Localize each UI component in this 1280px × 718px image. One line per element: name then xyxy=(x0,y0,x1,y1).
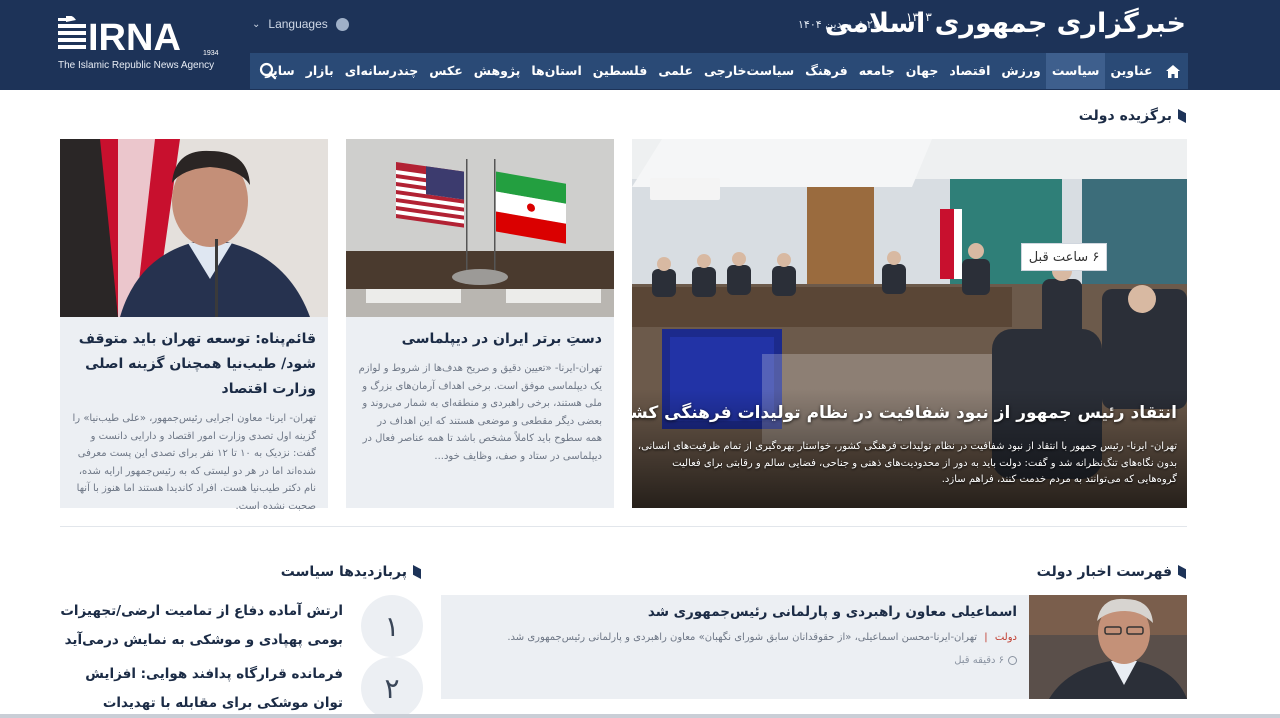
page-bottom-edge xyxy=(0,714,1280,718)
nav-item-2[interactable]: ورزش xyxy=(996,53,1046,89)
languages-label: Languages xyxy=(268,17,328,31)
news-item-title[interactable]: اسماعیلی معاون راهبردی و پارلمانی رئیس‌ج… xyxy=(648,604,1017,620)
section-marker-icon xyxy=(1178,565,1186,579)
featured-section-label[interactable]: برگزیده دولت xyxy=(1079,108,1172,124)
languages-dropdown[interactable]: ⌄ Languages xyxy=(252,17,349,31)
card-title[interactable]: دستِ برتر ایران در دیپلماسی xyxy=(346,317,614,352)
nav-item-5[interactable]: جامعه xyxy=(853,53,900,89)
card-image-flags xyxy=(346,139,614,317)
nav-item-3[interactable]: اقتصاد xyxy=(944,53,996,89)
news-item-lead: دولت | تهران-ایرنا-محسن اسماعیلی، «از حق… xyxy=(507,632,1017,643)
nav-item-12[interactable]: عکس xyxy=(424,53,468,89)
news-item-separator: | xyxy=(984,632,988,643)
home-icon xyxy=(1166,64,1180,78)
nav-item-15[interactable]: سایر xyxy=(260,53,300,89)
card-image-portrait xyxy=(60,139,328,317)
chevron-down-icon: ⌄ xyxy=(252,18,261,30)
news-list-item[interactable]: اسماعیلی معاون راهبردی و پارلمانی رئیس‌ج… xyxy=(441,595,1187,699)
globe-icon xyxy=(335,17,349,31)
nav-item-9[interactable]: فلسطین xyxy=(587,53,653,89)
brand-title[interactable]: خبرگزاری جمهوری اسلامی xyxy=(825,8,1187,39)
logo-subtitle: The Islamic Republic News Agency xyxy=(58,60,215,71)
featured-card-diplomacy[interactable]: دستِ برتر ایران در دیپلماسی تهران-ایرنا-… xyxy=(346,139,614,508)
nav-item-0[interactable]: عناوین xyxy=(1105,53,1158,89)
card-lead: تهران-ایرنا- «تعیین دقیق و صریح هدف‌ها ا… xyxy=(358,363,602,462)
featured-card-ghaempanah[interactable]: قائم‌پناه: توسعه تهران باید متوقف شود/ ط… xyxy=(60,139,328,512)
popular-rank-1: ۱ xyxy=(361,595,423,657)
main-featured-story[interactable]: ۶ ساعت قبل انتقاد رئیس جمهور از نبود شفا… xyxy=(632,139,1187,508)
section-marker-icon xyxy=(1178,109,1186,123)
card-title[interactable]: قائم‌پناه: توسعه تهران باید متوقف شود/ ط… xyxy=(60,317,328,402)
news-item-lead-text: تهران-ایرنا-محسن اسماعیلی، «از حقوقدانان… xyxy=(507,632,978,643)
logo-year: 1934 xyxy=(203,50,219,57)
nav-home[interactable] xyxy=(1158,53,1188,89)
nav-items: عناوین سیاست ورزش اقتصاد جهان جامعه فرهنگ سیاست… xyxy=(260,53,1188,89)
nav-item-7[interactable]: سیاست‌خارجی xyxy=(698,53,799,89)
popular-rank-2: ۲ xyxy=(361,657,423,718)
card-lead: تهران- ایرنا- معاون اجرایی رئیس‌جمهور، «… xyxy=(72,413,316,512)
site-header: IRNA 1934 The Islamic Republic News Agen… xyxy=(0,0,1280,90)
main-story-lead: تهران- ایرنا- رئیس جمهور با انتقاد از نب… xyxy=(637,441,1177,485)
popular-section-label[interactable]: پربازدیدها سیاست xyxy=(281,564,407,580)
irna-logo[interactable]: IRNA 1934 The Islamic Republic News Agen… xyxy=(58,16,228,74)
news-item-category[interactable]: دولت xyxy=(995,632,1017,643)
main-story-title[interactable]: انتقاد رئیس جمهور از نبود شفافیت در نظام… xyxy=(632,403,1177,423)
nav-item-8[interactable]: علمی xyxy=(653,53,699,89)
nav-item-14[interactable]: بازار xyxy=(300,53,339,89)
nav-item-4[interactable]: جهان xyxy=(900,53,944,89)
nav-item-13[interactable]: چندرسانه‌ای xyxy=(339,53,424,89)
nav-item-11[interactable]: پژوهش xyxy=(468,53,526,89)
news-item-time: ۶ دقیقه قبل xyxy=(954,655,1017,666)
popular-item-1[interactable]: ارتش آماده دفاع از تمامیت ارضی/تجهیزات ب… xyxy=(53,597,343,655)
news-list-section-label[interactable]: فهرست اخبار دولت xyxy=(1037,564,1172,580)
logo-wordmark: IRNA xyxy=(88,17,181,59)
section-marker-icon xyxy=(413,565,421,579)
news-list-section-title: فهرست اخبار دولت xyxy=(1037,564,1186,580)
popular-item-2[interactable]: فرمانده قرارگاه پدافند هوایی: افزایش توا… xyxy=(53,660,343,718)
popular-section-title: پربازدیدها سیاست xyxy=(281,564,421,580)
nav-item-6[interactable]: فرهنگ xyxy=(800,53,854,89)
main-nav: عناوین سیاست ورزش اقتصاد جهان جامعه فرهنگ سیاست… xyxy=(250,53,1188,89)
news-thumb xyxy=(1029,595,1187,699)
clock-icon xyxy=(1008,656,1017,665)
nav-item-10[interactable]: استان‌ها xyxy=(526,53,587,89)
news-item-time-text: ۶ دقیقه قبل xyxy=(954,655,1004,666)
time-badge: ۶ ساعت قبل xyxy=(1021,243,1107,271)
section-divider xyxy=(60,526,1187,527)
nav-item-1[interactable]: سیاست xyxy=(1046,53,1105,89)
featured-section-title: برگزیده دولت xyxy=(1079,108,1186,124)
